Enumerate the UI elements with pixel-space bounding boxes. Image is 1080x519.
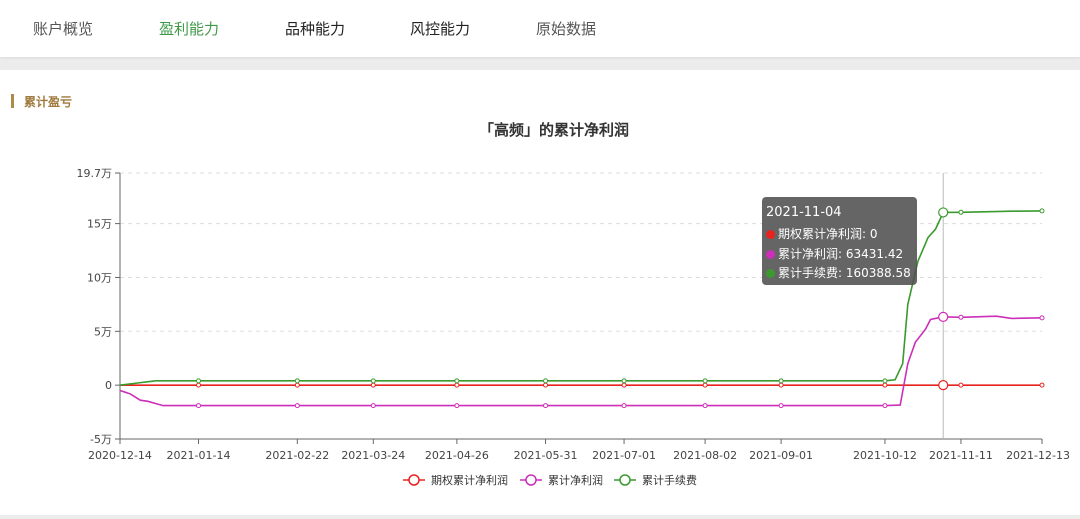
data-point <box>621 378 627 384</box>
x-tick-label: 2021-07-01 <box>592 449 656 462</box>
x-tick-label: 2021-02-22 <box>265 449 329 462</box>
x-tick-label: 2021-03-24 <box>341 449 405 462</box>
data-point <box>294 403 300 409</box>
data-point <box>882 403 888 409</box>
tooltip-row-fees: 累计手续费: 160388.58 <box>766 264 911 281</box>
data-point <box>882 382 888 388</box>
tooltip-label: 累计手续费: 160388.58 <box>778 266 911 280</box>
data-point <box>621 403 627 409</box>
legend-marker <box>619 474 631 486</box>
data-point <box>294 378 300 384</box>
legend-marker <box>408 474 420 486</box>
highlight-point <box>938 207 949 218</box>
data-point <box>1039 315 1045 321</box>
tooltip-dot <box>766 269 775 278</box>
x-tick-label: 2021-12-13 <box>1006 449 1070 462</box>
tooltip-dot <box>766 250 775 259</box>
data-point <box>454 378 460 384</box>
data-point <box>454 403 460 409</box>
tooltip-dot <box>766 230 775 239</box>
data-point <box>294 382 300 388</box>
legend-label: 累计净利润 <box>548 473 603 487</box>
x-tick-label: 2021-04-26 <box>425 449 489 462</box>
data-point <box>196 378 202 384</box>
data-point <box>958 314 964 320</box>
highlight-point <box>938 380 949 391</box>
x-tick-label: 2021-10-12 <box>853 449 917 462</box>
tooltip-row-option-profit: 期权累计净利润: 0 <box>766 225 878 242</box>
y-tick-label: 10万 <box>87 271 112 284</box>
y-tick-label: 5万 <box>94 325 112 338</box>
highlight-point <box>938 311 949 322</box>
data-point <box>370 382 376 388</box>
legend-label: 累计手续费 <box>642 473 697 487</box>
data-point <box>702 378 708 384</box>
data-point <box>370 403 376 409</box>
data-point <box>370 378 376 384</box>
y-tick-label: 19.7万 <box>77 167 113 180</box>
data-point <box>1039 382 1045 388</box>
tooltip-date: 2021-11-04 <box>766 205 842 220</box>
cumulative-profit-chart[interactable]: 「高频」的累计净利润 -5万 0 5万 10万 15万 19.7万 2020-12-14 202… <box>0 0 1080 519</box>
data-point <box>778 382 784 388</box>
data-point <box>454 382 460 388</box>
x-tick-label: 2021-01-14 <box>167 449 231 462</box>
data-point <box>882 378 888 384</box>
data-point <box>543 382 549 388</box>
data-point <box>543 403 549 409</box>
tooltip-label: 累计净利润: 63431.42 <box>778 247 904 261</box>
data-point <box>778 378 784 384</box>
chart-tooltip: 2021-11-04 期权累计净利润: 0 累计净利润: 63431.42 累计… <box>762 197 917 285</box>
x-tick-label: 2020-12-14 <box>88 449 152 462</box>
x-tick-label: 2021-08-02 <box>673 449 737 462</box>
legend-label: 期权累计净利润 <box>431 473 508 487</box>
data-point <box>702 382 708 388</box>
data-point <box>621 382 627 388</box>
x-tick-label: 2021-09-01 <box>749 449 813 462</box>
data-point <box>958 382 964 388</box>
data-point <box>1039 208 1045 214</box>
legend-marker <box>525 474 537 486</box>
data-point <box>958 209 964 215</box>
x-tick-label: 2021-11-11 <box>929 449 993 462</box>
data-point <box>196 382 202 388</box>
y-tick-label: 0 <box>105 379 112 392</box>
x-tick-label: 2021-05-31 <box>514 449 578 462</box>
chart-title: 「高频」的累计净利润 <box>479 121 629 139</box>
data-point <box>702 403 708 409</box>
y-tick-label: -5万 <box>90 433 112 446</box>
tooltip-row-net-profit: 累计净利润: 63431.42 <box>766 245 903 262</box>
data-point <box>196 403 202 409</box>
data-point <box>543 378 549 384</box>
y-tick-label: 15万 <box>87 218 112 231</box>
data-point <box>778 403 784 409</box>
tooltip-label: 期权累计净利润: 0 <box>778 227 878 241</box>
